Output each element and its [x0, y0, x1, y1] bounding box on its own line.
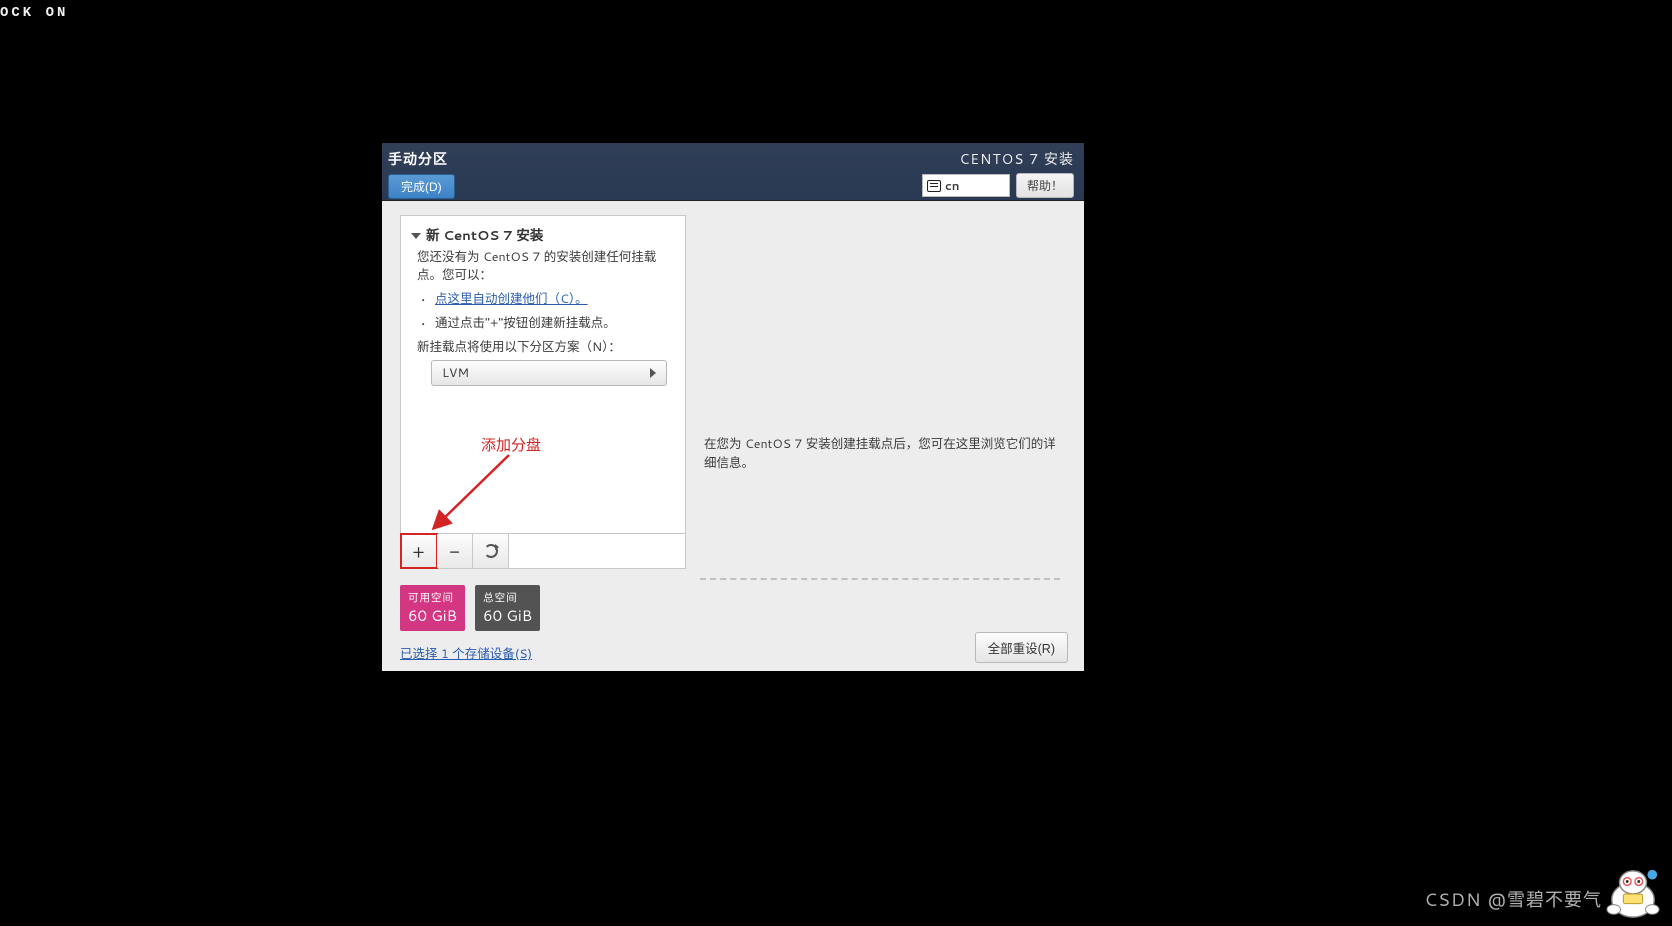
free-space-label: 可用空间 [408, 590, 457, 605]
mascot-icon [1604, 867, 1662, 921]
remove-mountpoint-button[interactable]: − [437, 534, 473, 568]
topbar-right: CENTOS 7 安装 cn 帮助！ [922, 149, 1074, 198]
refresh-button[interactable] [473, 534, 509, 568]
auto-create-link[interactable]: 点这里自动创建他们（C）。 [435, 290, 588, 308]
partition-left-pane: 新 CentOS 7 安装 您还没有为 CentOS 7 的安装创建任何挂载点。… [400, 215, 686, 569]
free-space-card: 可用空间 60 GiB [400, 585, 465, 631]
free-space-value: 60 GiB [408, 605, 457, 626]
manual-hint: 通过点击"+"按钮创建新挂载点。 [435, 314, 616, 332]
language-indicator[interactable]: cn [922, 174, 1010, 197]
installer-window: 手动分区 完成(D) CENTOS 7 安装 cn 帮助！ 新 CentOS 7… [382, 143, 1084, 671]
watermark-text: CSDN @雪碧不要气 [1424, 886, 1602, 912]
total-space-value: 60 GiB [483, 605, 532, 626]
language-code: cn [945, 177, 960, 194]
plus-icon: + [412, 538, 424, 564]
done-button[interactable]: 完成(D) [388, 174, 455, 199]
chevron-right-icon [650, 368, 656, 378]
page-title: 手动分区 [388, 149, 455, 169]
space-cards: 可用空间 60 GiB 总空间 60 GiB [400, 585, 540, 631]
section-heading[interactable]: 新 CentOS 7 安装 [411, 226, 675, 246]
add-mountpoint-button[interactable]: + [401, 534, 437, 568]
topbar: 手动分区 完成(D) CENTOS 7 安装 cn 帮助！ [382, 143, 1084, 201]
body: 新 CentOS 7 安装 您还没有为 CentOS 7 的安装创建任何挂载点。… [382, 201, 1084, 579]
lock-indicator: OCK ON [0, 5, 68, 21]
total-space-label: 总空间 [483, 590, 532, 605]
bottom-row: 可用空间 60 GiB 总空间 60 GiB 已选择 1 个存储设备(S) 全部… [382, 579, 1084, 671]
minus-icon: − [449, 538, 460, 564]
storage-devices-link[interactable]: 已选择 1 个存储设备(S) [400, 643, 540, 663]
intro-text: 您还没有为 CentOS 7 的安装创建任何挂载点。您可以： [417, 248, 675, 284]
scheme-value: LVM [442, 364, 469, 382]
keyboard-icon [927, 180, 941, 192]
dashed-separator [700, 578, 1060, 580]
product-title: CENTOS 7 安装 [959, 149, 1074, 169]
detail-right-pane: 在您为 CentOS 7 安装创建挂载点后，您可在这里浏览它们的详细信息。 [704, 215, 1066, 569]
reset-all-button[interactable]: 全部重设(R) [975, 632, 1068, 663]
refresh-icon [484, 544, 498, 558]
triangle-down-icon [411, 233, 421, 239]
help-button[interactable]: 帮助！ [1016, 173, 1074, 198]
scheme-dropdown[interactable]: LVM [431, 360, 667, 386]
section-title: 新 CentOS 7 安装 [426, 226, 543, 246]
scheme-label: 新挂载点将使用以下分区方案（N）： [417, 338, 675, 356]
total-space-card: 总空间 60 GiB [475, 585, 540, 631]
topbar-left: 手动分区 完成(D) [388, 149, 455, 199]
empty-state-text: 在您为 CentOS 7 安装创建挂载点后，您可在这里浏览它们的详细信息。 [704, 435, 1066, 473]
mountpoint-button-row: + − [401, 533, 685, 568]
